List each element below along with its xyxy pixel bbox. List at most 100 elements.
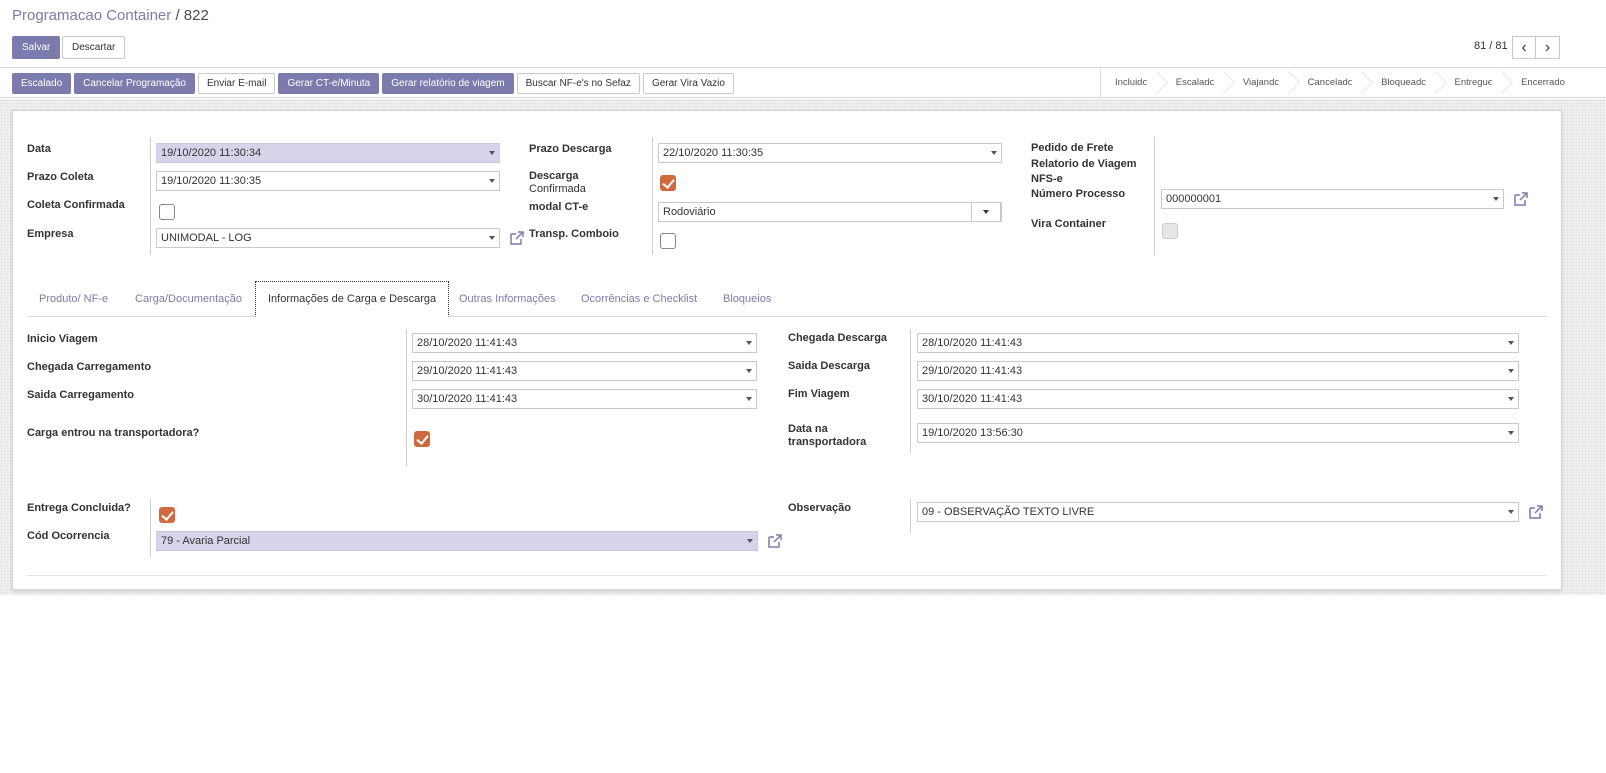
external-link-icon[interactable] — [1528, 504, 1544, 520]
carga-entrou-checkbox[interactable] — [414, 431, 430, 447]
stage-viajando[interactable]: Viajando — [1229, 68, 1294, 97]
notebook-tabs: Produto/ NF-e Carga/Documentação Informa… — [27, 281, 1547, 317]
saida-descarga-field[interactable]: 29/10/2020 11:41:43 — [917, 361, 1519, 381]
observacao-value: 09 - OBSERVAÇÃO TEXTO LIVRE — [922, 506, 1095, 518]
gerar-relatorio-viagem-button[interactable]: Gerar relatório de viagem — [382, 73, 514, 94]
column-divider — [910, 329, 911, 453]
vira-container-checkbox[interactable] — [1162, 223, 1178, 239]
caret-down-icon — [489, 236, 495, 240]
saida-carregamento-field[interactable]: 30/10/2020 11:41:43 — [412, 389, 757, 409]
prazo-descarga-field[interactable]: 22/10/2020 11:30:35 — [658, 143, 1002, 163]
control-panel: Programacao Container / 822 Salvar Desca… — [0, 0, 1606, 68]
cod-ocorrencia-field[interactable]: 79 - Avaria Parcial — [156, 531, 758, 551]
chegada-carregamento-label: Chegada Carregamento — [27, 361, 152, 373]
fim-viagem-value: 30/10/2020 11:41:43 — [922, 393, 1023, 405]
transp-comboio-label: Transp. Comboio — [529, 228, 619, 240]
data-transportadora-field[interactable]: 19/10/2020 13:56:30 — [917, 423, 1519, 443]
data-field[interactable]: 19/10/2020 11:30:34 — [156, 143, 500, 163]
form-sheet: Data 19/10/2020 11:30:34 Prazo Coleta 19… — [12, 110, 1562, 590]
discard-button[interactable]: Descartar — [62, 36, 126, 59]
observacao-label: Observação — [788, 502, 851, 514]
coleta-confirmada-checkbox[interactable] — [159, 204, 175, 220]
relatorio-viagem-label: Relatorio de Viagem — [1031, 158, 1137, 170]
prazo-descarga-label: Prazo Descarga — [529, 143, 612, 155]
caret-down-icon — [1508, 369, 1514, 373]
pager-next-button[interactable]: › — [1536, 36, 1560, 59]
entrega-concluida-checkbox[interactable] — [159, 507, 175, 523]
select-dropdown-button[interactable] — [971, 203, 1001, 221]
stage-cancelado[interactable]: Cancelado — [1294, 68, 1367, 97]
data-label: Data — [27, 143, 51, 155]
tab-outras-informacoes[interactable]: Outras Informações — [447, 281, 568, 317]
gerar-cte-minuta-button[interactable]: Gerar CT-e/Minuta — [278, 73, 380, 94]
pager-buttons: ‹ › — [1512, 36, 1560, 59]
descarga-confirmada-checkbox[interactable] — [660, 175, 676, 191]
caret-down-icon — [489, 179, 495, 183]
pager-previous-button[interactable]: ‹ — [1512, 36, 1536, 59]
caret-down-icon — [489, 151, 495, 155]
stage-bloqueado[interactable]: Bloqueado — [1367, 68, 1440, 97]
stage-incluido[interactable]: Incluido — [1101, 68, 1162, 97]
form-header: Escalado Cancelar Programação Enviar E-m… — [0, 68, 1606, 98]
column-divider — [1154, 137, 1155, 255]
stage-escalado[interactable]: Escalado — [1162, 68, 1229, 97]
tab-carga-documentacao[interactable]: Carga/Documentação — [123, 281, 254, 317]
saida-carregamento-value: 30/10/2020 11:41:43 — [417, 393, 518, 405]
descarga-confirmada-label-line1: Descarga — [529, 170, 579, 182]
carga-entrou-label: Carga entrou na transportadora? — [27, 427, 200, 439]
breadcrumb-separator: / — [175, 7, 180, 24]
external-link-icon[interactable] — [509, 230, 525, 246]
caret-down-icon — [1508, 397, 1514, 401]
prazo-coleta-field[interactable]: 19/10/2020 11:30:35 — [156, 171, 500, 191]
chegada-carregamento-field[interactable]: 29/10/2020 11:41:43 — [412, 361, 757, 381]
inicio-viagem-value: 28/10/2020 11:41:43 — [417, 337, 518, 349]
saida-descarga-value: 29/10/2020 11:41:43 — [922, 365, 1023, 377]
nfse-label: NFS-e — [1031, 173, 1063, 185]
prazo-coleta-label: Prazo Coleta — [27, 171, 94, 183]
escalado-button[interactable]: Escalado — [12, 73, 72, 94]
column-divider — [150, 499, 151, 557]
stage-entregue[interactable]: Entregue — [1441, 68, 1508, 97]
enviar-email-button[interactable]: Enviar E-mail — [197, 73, 276, 94]
observacao-field[interactable]: 09 - OBSERVAÇÃO TEXTO LIVRE — [917, 502, 1519, 522]
inicio-viagem-label: Inicio Viagem — [27, 333, 98, 345]
saida-carregamento-label: Saida Carregamento — [27, 389, 134, 401]
gerar-vira-vazio-button[interactable]: Gerar Vira Vazio — [642, 73, 734, 94]
caret-down-icon — [1493, 197, 1499, 201]
caret-down-icon — [746, 397, 752, 401]
prazo-coleta-value: 19/10/2020 11:30:35 — [161, 175, 262, 187]
tab-bloqueios[interactable]: Bloqueios — [711, 281, 783, 317]
inicio-viagem-field[interactable]: 28/10/2020 11:41:43 — [412, 333, 757, 353]
transp-comboio-checkbox[interactable] — [660, 233, 676, 249]
empresa-value: UNIMODAL - LOG — [161, 232, 252, 244]
modal-cte-value: Rodoviário — [663, 206, 716, 218]
pager-value: 81 / 81 — [1474, 40, 1508, 52]
buscar-nfe-sefaz-button[interactable]: Buscar NF-e's no Sefaz — [516, 73, 640, 94]
fim-viagem-label: Fim Viagem — [788, 388, 850, 400]
chevron-left-icon: ‹ — [1521, 38, 1527, 56]
empresa-field[interactable]: UNIMODAL - LOG — [156, 228, 500, 248]
tab-ocorrencias-checklist[interactable]: Ocorrências e Checklist — [569, 281, 709, 317]
data-transportadora-label: Data na transportadora — [788, 423, 866, 449]
modal-cte-label: modal CT-e — [529, 201, 589, 213]
stage-encerrado[interactable]: Encerrado — [1507, 68, 1579, 97]
pedido-frete-label: Pedido de Frete — [1031, 142, 1114, 154]
caret-down-icon — [1508, 341, 1514, 345]
tab-produto-nfe[interactable]: Produto/ NF-e — [27, 281, 120, 317]
breadcrumb-current: 822 — [183, 7, 209, 24]
modal-cte-select[interactable]: Rodoviário — [658, 202, 1002, 222]
numero-processo-field[interactable]: 000000001 — [1161, 189, 1504, 209]
fim-viagem-field[interactable]: 30/10/2020 11:41:43 — [917, 389, 1519, 409]
external-link-icon[interactable] — [1513, 191, 1529, 207]
chegada-descarga-value: 28/10/2020 11:41:43 — [922, 337, 1023, 349]
save-button[interactable]: Salvar — [12, 36, 61, 59]
breadcrumb-parent-link[interactable]: Programacao Container — [12, 7, 171, 24]
tab-informacoes-carga-descarga[interactable]: Informações de Carga e Descarga — [255, 281, 450, 317]
caret-down-icon — [1508, 431, 1514, 435]
coleta-confirmada-label: Coleta Confirmada — [27, 199, 125, 211]
cancelar-programacao-button[interactable]: Cancelar Programação — [74, 73, 195, 94]
column-divider — [910, 499, 911, 533]
external-link-icon[interactable] — [767, 533, 783, 549]
numero-processo-label: Número Processo — [1031, 188, 1126, 200]
chegada-descarga-field[interactable]: 28/10/2020 11:41:43 — [917, 333, 1519, 353]
